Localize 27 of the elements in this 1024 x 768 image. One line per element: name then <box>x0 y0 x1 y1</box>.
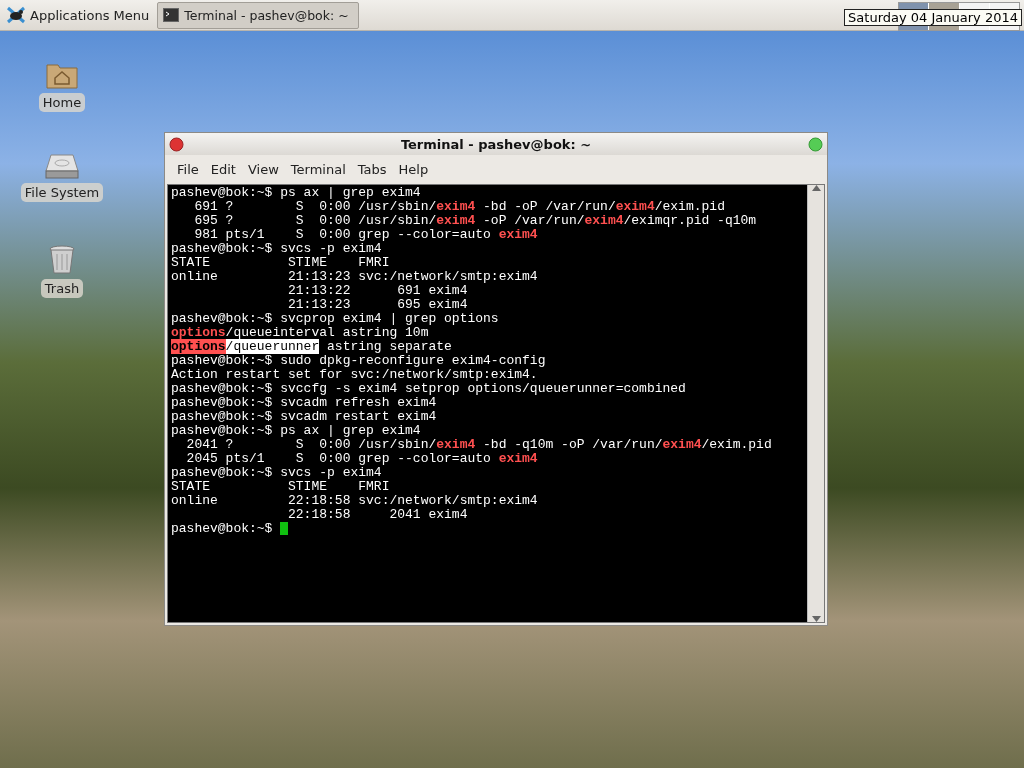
terminal-line: pashev@bok:~$ svccfg -s exim4 setprop options/queuerunner=combined <box>171 382 687 396</box>
terminal-line: pashev@bok:~$ svcadm restart exim4 <box>171 410 438 424</box>
clock-tooltip: Saturday 04 January 2014 <box>844 9 1022 26</box>
terminal-line: pashev@bok:~$ ps ax | grep exim4 <box>171 186 422 200</box>
terminal-line: 2041 ? S 0:00 /usr/sbin/exim4 -bd -q10m -oP /var/run/exim4/exim.pid <box>185 438 773 452</box>
terminal-line: 691 ? S 0:00 /usr/sbin/exim4 -bd -oP /var/run/exim4/exim.pid <box>193 200 726 214</box>
terminal-line: 981 pts/1 S 0:00 grep --color=auto exim4 <box>193 228 539 242</box>
terminal-line: 2045 pts/1 S 0:00 grep --color=auto exim4 <box>185 452 539 466</box>
terminal-line: 695 ? S 0:00 /usr/sbin/exim4 -oP /var/run/exim4/eximqr.pid -q10m <box>193 214 758 228</box>
terminal-line: STATE STIME FMRI <box>171 256 391 270</box>
terminal-line: online 21:13:23 svc:/network/smtp:exim4 <box>171 270 539 284</box>
terminal-line: online 22:18:58 svc:/network/smtp:exim4 <box>171 494 539 508</box>
terminal-line: 21:13:23 695 exim4 <box>287 298 469 312</box>
terminal-line: options/queueinterval astring 10m <box>171 326 430 340</box>
terminal-line: 21:13:22 691 exim4 <box>287 284 469 298</box>
terminal-line: options/queuerunner astring separate <box>171 340 453 354</box>
terminal-line: pashev@bok:~$ svcs -p exim4 <box>171 242 383 256</box>
terminal-line: pashev@bok:~$ svcadm refresh exim4 <box>171 396 438 410</box>
terminal-line: 22:18:58 2041 exim4 <box>287 508 469 522</box>
terminal-line: pashev@bok:~$ sudo dpkg-reconfigure exim4-config <box>171 354 547 368</box>
terminal-line: pashev@bok:~$ svcprop exim4 | grep options <box>171 312 500 326</box>
terminal-line: pashev@bok:~$ ps ax | grep exim4 <box>171 424 422 438</box>
terminal-line: Action restart set for svc:/network/smtp:exim4. <box>171 368 539 382</box>
terminal-line: STATE STIME FMRI <box>171 480 391 494</box>
terminal-prompt: pashev@bok:~$ <box>171 521 274 536</box>
terminal-line: pashev@bok:~$ svcs -p exim4 <box>171 466 383 480</box>
window-title: Terminal - pashev@bok: ~ <box>399 136 593 152</box>
